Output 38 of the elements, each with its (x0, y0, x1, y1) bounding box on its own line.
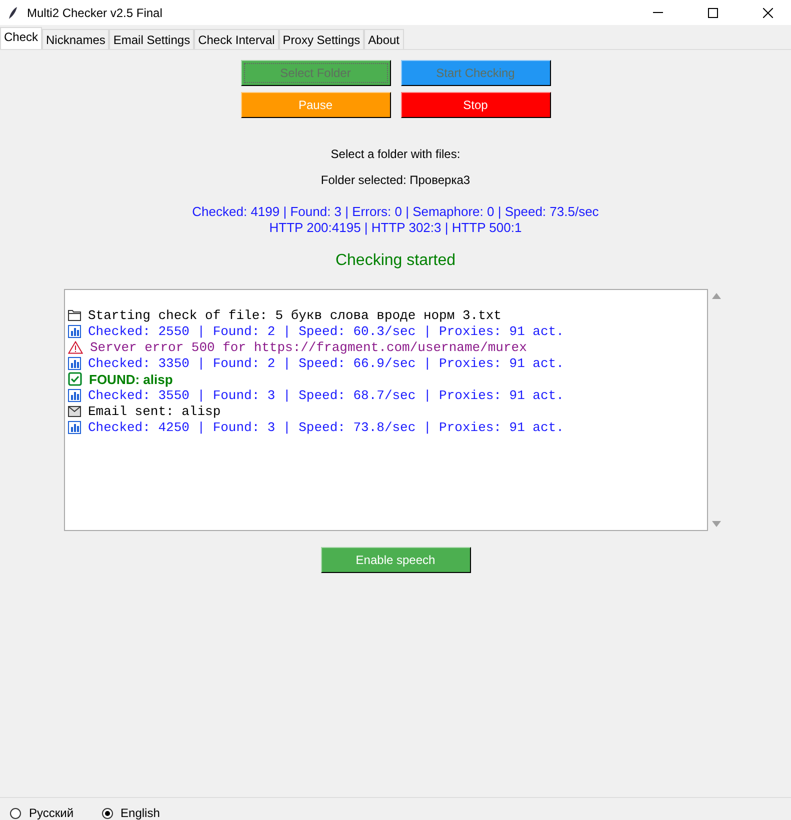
warning-icon (68, 340, 83, 354)
log-line: Starting check of file: 5 букв слова вроде норм 3.txt (88, 308, 502, 322)
tab[interactable]: Check (0, 27, 42, 49)
bar-chart-icon (68, 324, 81, 338)
log-line: FOUND: alisp (89, 372, 173, 386)
close-icon[interactable] (763, 8, 773, 18)
folder-icon (68, 309, 81, 321)
log-line: Server error 500 for https://fragment.com/username/murex (90, 340, 527, 354)
log-line: Checked: 3550 | Found: 3 | Speed: 68.7/sec | Proxies: 91 act. (88, 388, 564, 402)
language-label: Русский (29, 806, 74, 820)
bar-chart-icon (68, 356, 81, 370)
tab[interactable]: Proxy Settings (278, 29, 364, 49)
language-radio[interactable]: English (102, 806, 160, 820)
envelope-icon (68, 406, 81, 416)
tab[interactable]: Nicknames (42, 29, 110, 49)
stats-text: Checked: 4199 | Found: 3 | Errors: 0 | Semaphore: 0 | Speed: 73.5/sec (192, 204, 599, 220)
action-button[interactable]: Stop (400, 92, 550, 118)
language-label: English (120, 806, 160, 820)
radio-icon[interactable] (10, 808, 21, 818)
stats-text: HTTP 200:4195 | HTTP 302:3 | HTTP 500:1 (269, 220, 522, 236)
radio-icon[interactable] (102, 808, 113, 818)
language-radio[interactable]: Русский (10, 806, 74, 820)
folder-label: Folder selected: Проверка3 (320, 172, 470, 188)
check-box-icon (68, 372, 82, 386)
bar-chart-icon (68, 388, 81, 402)
feather-icon (8, 6, 18, 20)
tab[interactable]: Email Settings (109, 29, 194, 49)
log-line: Checked: 2550 | Found: 2 | Speed: 60.3/sec | Proxies: 91 act. (88, 324, 564, 338)
tab[interactable]: Check Interval (194, 29, 279, 49)
bar-chart-icon (68, 420, 81, 434)
log-line: Checked: 4250 | Found: 3 | Speed: 73.8/sec | Proxies: 91 act. (88, 420, 564, 434)
window-title: Multi2 Checker v2.5 Final (27, 6, 164, 20)
log-line: Email sent: alisp (88, 404, 221, 418)
maximize-icon[interactable] (708, 8, 718, 18)
folder-prompt: Select a folder with files: (330, 146, 460, 162)
status-text: Checking started (335, 251, 456, 271)
log-line: Checked: 3350 | Found: 2 | Speed: 66.9/sec | Proxies: 91 act. (88, 356, 564, 370)
tab[interactable]: About (364, 29, 404, 49)
